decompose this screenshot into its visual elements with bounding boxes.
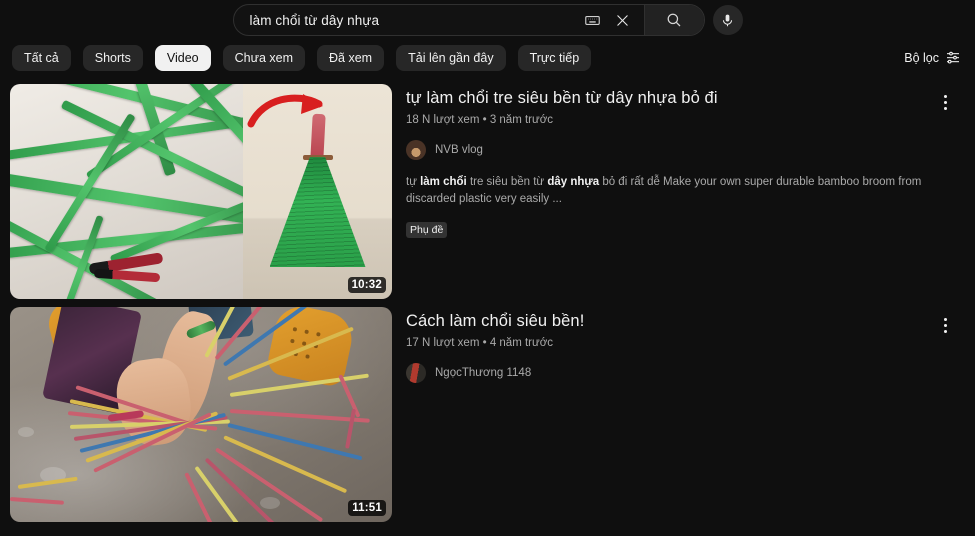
video-title[interactable]: tự làm chổi tre siêu bền từ dây nhựa bỏ … (406, 88, 965, 109)
description-text: tự (406, 176, 421, 189)
more-vertical-icon[interactable] (933, 90, 957, 114)
search-submit-button[interactable] (643, 5, 704, 35)
filter-chip-unwatched[interactable]: Chưa xem (222, 45, 306, 71)
more-vertical-icon[interactable] (933, 313, 957, 337)
filter-chip-shorts[interactable]: Shorts (82, 45, 143, 71)
tune-icon (945, 49, 961, 68)
video-result-item: 10:32 tự làm chổi tre siêu bền từ dây nh… (10, 84, 965, 299)
video-thumbnail[interactable]: 11:51 (10, 307, 392, 522)
thumbnail-left-panel (10, 84, 244, 299)
thumbnail-right-panel (243, 84, 392, 299)
description-highlight: dây nhựa (547, 176, 600, 189)
search-inline-icons (580, 7, 644, 33)
filter-chip-all[interactable]: Tất cả (12, 45, 71, 71)
filter-chip-bar: Tất cả Shorts Video Chưa xem Đã xem Tải … (0, 40, 975, 76)
filters-button-label: Bộ lọc (904, 51, 939, 65)
video-thumbnail[interactable]: 10:32 (10, 84, 392, 299)
search-results-list: 10:32 tự làm chổi tre siêu bền từ dây nh… (0, 76, 975, 522)
search-wrapper: làm chổi từ dây nhựa (232, 4, 743, 36)
filter-chip-live[interactable]: Trực tiếp (517, 45, 592, 71)
channel-name: NVB vlog (435, 144, 483, 157)
filter-chip-watched[interactable]: Đã xem (317, 45, 385, 71)
thumbnail-art-broom-making (10, 307, 392, 522)
thumbnail-art-broom-tutorial (10, 84, 392, 299)
video-description: tự làm chổi tre siêu bền từ dây nhựa bỏ … (406, 174, 951, 207)
channel-link[interactable]: NgọcThương 1148 (406, 363, 532, 384)
video-metadata: tự làm chổi tre siêu bền từ dây nhựa bỏ … (406, 84, 965, 299)
search-input[interactable]: làm chổi từ dây nhựa (234, 5, 580, 35)
filter-chips: Tất cả Shorts Video Chưa xem Đã xem Tải … (12, 45, 592, 71)
video-result-item: 11:51 Cách làm chổi siêu bền! 17 N lượt … (10, 307, 965, 522)
channel-name: NgọcThương 1148 (435, 367, 532, 380)
top-search-bar: làm chổi từ dây nhựa (0, 0, 975, 36)
filter-chip-video[interactable]: Video (154, 45, 211, 71)
keyboard-icon[interactable] (580, 7, 606, 33)
video-duration-badge: 11:51 (348, 500, 386, 516)
search-query-text: làm chổi từ dây nhựa (249, 12, 380, 28)
video-stats: 17 N lượt xem • 4 năm trước (406, 337, 553, 350)
voice-search-button[interactable] (712, 5, 743, 35)
video-duration-badge: 10:32 (347, 277, 386, 293)
avatar (406, 363, 426, 384)
subtitles-badge: Phụ đề (406, 221, 448, 238)
search-box[interactable]: làm chổi từ dây nhựa (232, 4, 705, 36)
avatar (406, 140, 426, 161)
close-icon[interactable] (610, 7, 636, 33)
description-highlight: làm chổi (420, 176, 467, 189)
filters-button[interactable]: Bộ lọc (904, 49, 961, 68)
filter-chip-recently-uploaded[interactable]: Tải lên gần đây (396, 45, 506, 71)
video-stats: 18 N lượt xem • 3 năm trước (406, 114, 553, 127)
video-metadata: Cách làm chổi siêu bền! 17 N lượt xem • … (406, 307, 965, 522)
video-title[interactable]: Cách làm chổi siêu bền! (406, 311, 965, 332)
channel-link[interactable]: NVB vlog (406, 140, 483, 161)
description-text: tre siêu bền từ (466, 176, 548, 189)
